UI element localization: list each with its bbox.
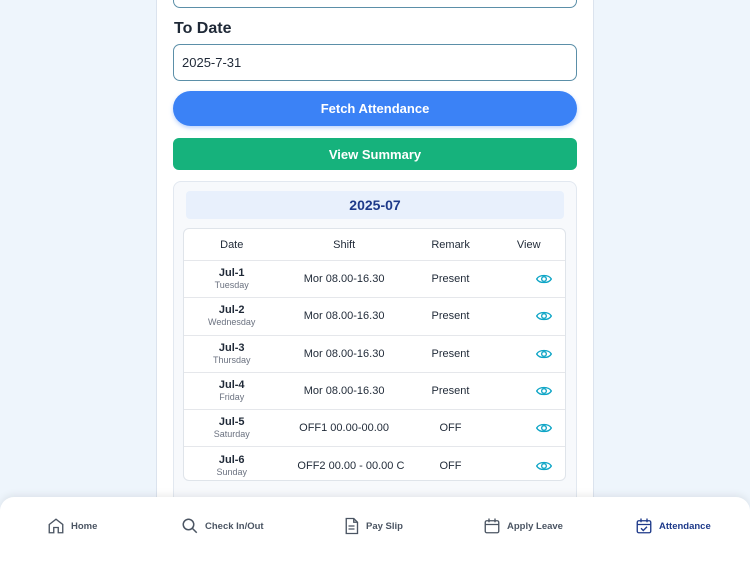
- table-row: Jul-2 Wednesday Mor 08.00-16.30 Present: [184, 298, 565, 336]
- weekday-text: Friday: [219, 392, 245, 403]
- remark-cell: Present: [431, 347, 470, 360]
- eye-icon[interactable]: [535, 273, 552, 285]
- date-cell: Jul-3 Thursday: [184, 342, 279, 366]
- weekday-text: Sunday: [216, 467, 247, 478]
- to-date-input[interactable]: [173, 44, 577, 81]
- calendar-check-icon: [636, 518, 652, 534]
- eye-icon[interactable]: [535, 422, 552, 434]
- weekday-text: Wednesday: [208, 317, 256, 328]
- weekday-text: Thursday: [212, 354, 251, 365]
- view-cell: [492, 273, 565, 285]
- remark-cell: Present: [431, 273, 470, 286]
- fetch-attendance-button[interactable]: Fetch Attendance: [173, 91, 577, 126]
- view-cell: [492, 385, 565, 397]
- nav-apply-leave[interactable]: Apply Leave: [483, 516, 563, 536]
- table-row: Jul-3 Thursday Mor 08.00-16.30 Present: [184, 336, 565, 373]
- header-shift: Shift: [333, 238, 356, 251]
- view-cell: [492, 310, 565, 322]
- date-text: Jul-3: [218, 341, 245, 354]
- date-text: Jul-2: [218, 304, 245, 317]
- nav-attendance[interactable]: Attendance: [635, 516, 711, 536]
- eye-icon[interactable]: [535, 460, 552, 472]
- weekday-text: Saturday: [213, 429, 250, 440]
- nav-check-in-out[interactable]: Check In/Out: [181, 516, 264, 536]
- month-title: 2025-07: [186, 191, 564, 219]
- nav-home-label: Home: [71, 520, 98, 532]
- shift-cell: Mor 08.00-16.30: [303, 273, 385, 286]
- date-cell: Jul-5 Saturday: [184, 416, 279, 440]
- shift-cell: Mor 08.00-16.30: [303, 310, 385, 323]
- shift-cell: Mor 08.00-16.30: [303, 385, 385, 398]
- header-date: Date: [220, 238, 244, 251]
- table-row: Jul-6 Sunday OFF2 00.00 - 00.00 C OFF: [184, 447, 565, 480]
- nav-attendance-label: Attendance: [659, 520, 711, 532]
- view-cell: [492, 422, 565, 434]
- remark-cell: Present: [431, 385, 470, 398]
- eye-icon[interactable]: [535, 348, 552, 360]
- view-cell: [492, 460, 565, 472]
- document-icon: [345, 517, 359, 535]
- shift-cell: OFF1 00.00-00.00: [299, 422, 390, 435]
- header-remark: Remark: [431, 238, 470, 251]
- table-row: Jul-5 Saturday OFF1 00.00-00.00 OFF: [184, 410, 565, 448]
- attendance-table: Date Shift Remark View Jul-1 Tuesday Mor…: [183, 228, 566, 481]
- table-header: Date Shift Remark View: [184, 229, 565, 261]
- nav-home[interactable]: Home: [47, 516, 97, 536]
- date-cell: Jul-6 Sunday: [184, 454, 279, 478]
- calendar-icon: [484, 518, 500, 534]
- shift-cell: OFF2 00.00 - 00.00 C: [297, 460, 405, 473]
- header-view: View: [516, 238, 541, 251]
- home-icon: [48, 518, 64, 534]
- view-summary-button[interactable]: View Summary: [173, 138, 577, 170]
- nav-leave-label: Apply Leave: [507, 520, 563, 532]
- eye-icon[interactable]: [535, 310, 552, 322]
- shift-cell: Mor 08.00-16.30: [303, 347, 385, 360]
- date-text: Jul-5: [218, 416, 245, 429]
- eye-icon[interactable]: [535, 385, 552, 397]
- date-cell: Jul-4 Friday: [184, 379, 279, 403]
- nav-payslip-label: Pay Slip: [366, 520, 403, 532]
- date-cell: Jul-1 Tuesday: [184, 267, 279, 291]
- date-text: Jul-1: [218, 267, 245, 280]
- view-cell: [492, 348, 565, 360]
- table-row: Jul-1 Tuesday Mor 08.00-16.30 Present: [184, 261, 565, 299]
- weekday-text: Tuesday: [214, 280, 249, 291]
- to-date-label: To Date: [174, 20, 232, 37]
- nav-pay-slip[interactable]: Pay Slip: [343, 516, 403, 536]
- date-cell: Jul-2 Wednesday: [184, 304, 279, 328]
- nav-check-label: Check In/Out: [205, 520, 264, 532]
- table-row: Jul-4 Friday Mor 08.00-16.30 Present: [184, 373, 565, 411]
- remark-cell: OFF: [439, 460, 462, 473]
- from-date-input[interactable]: [173, 0, 577, 8]
- remark-cell: OFF: [439, 422, 462, 435]
- remark-cell: Present: [431, 310, 470, 323]
- date-text: Jul-4: [218, 379, 245, 392]
- search-icon: [182, 518, 198, 534]
- date-text: Jul-6: [218, 454, 245, 467]
